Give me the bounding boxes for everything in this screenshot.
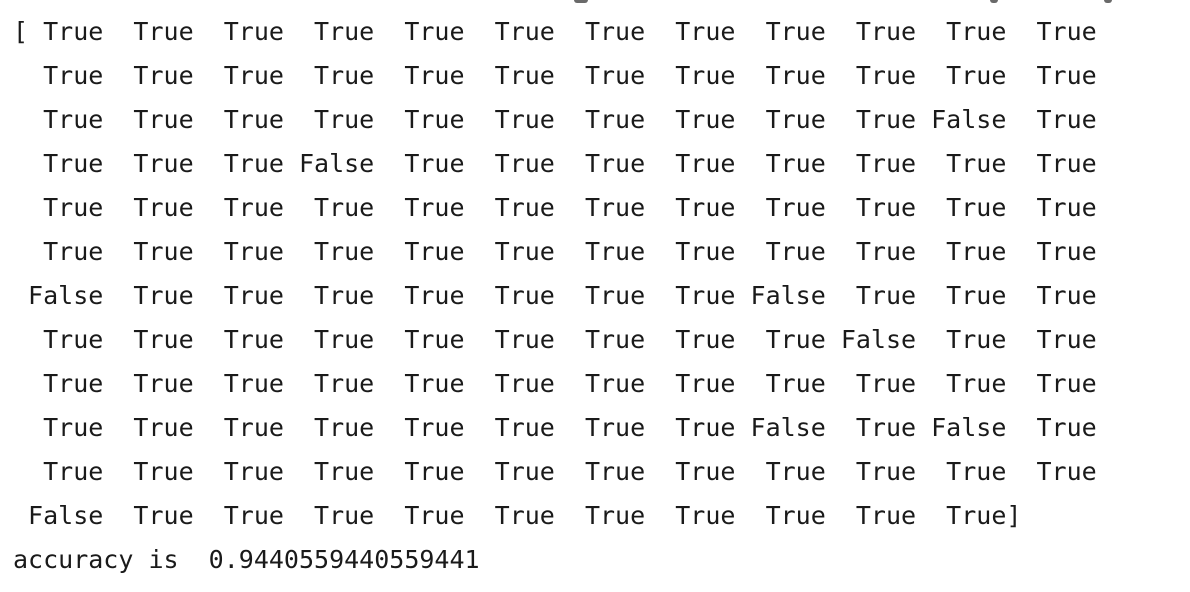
array-line-7: False True True True True True True True… [13,281,1097,310]
console-output: [ True True True True True True True Tru… [13,13,1097,585]
accuracy-line: accuracy is 0.9440559440559441 [13,545,480,574]
clipped-previous-line [0,0,1190,6]
array-line-9: True True True True True True True True … [13,369,1097,398]
array-line-5: True True True True True True True True … [13,193,1097,222]
array-line-10: True True True True True True True True … [13,413,1097,442]
array-line-8: True True True True True True True True … [13,325,1097,354]
array-line-12: False True True True True True True True… [13,501,1022,530]
array-line-6: True True True True True True True True … [13,237,1097,266]
array-line-4: True True True False True True True True… [13,149,1097,178]
array-line-3: True True True True True True True True … [13,105,1097,134]
array-line-2: True True True True True True True True … [13,61,1097,90]
array-line-1: [ True True True True True True True Tru… [13,17,1097,46]
array-line-11: True True True True True True True True … [13,457,1097,486]
